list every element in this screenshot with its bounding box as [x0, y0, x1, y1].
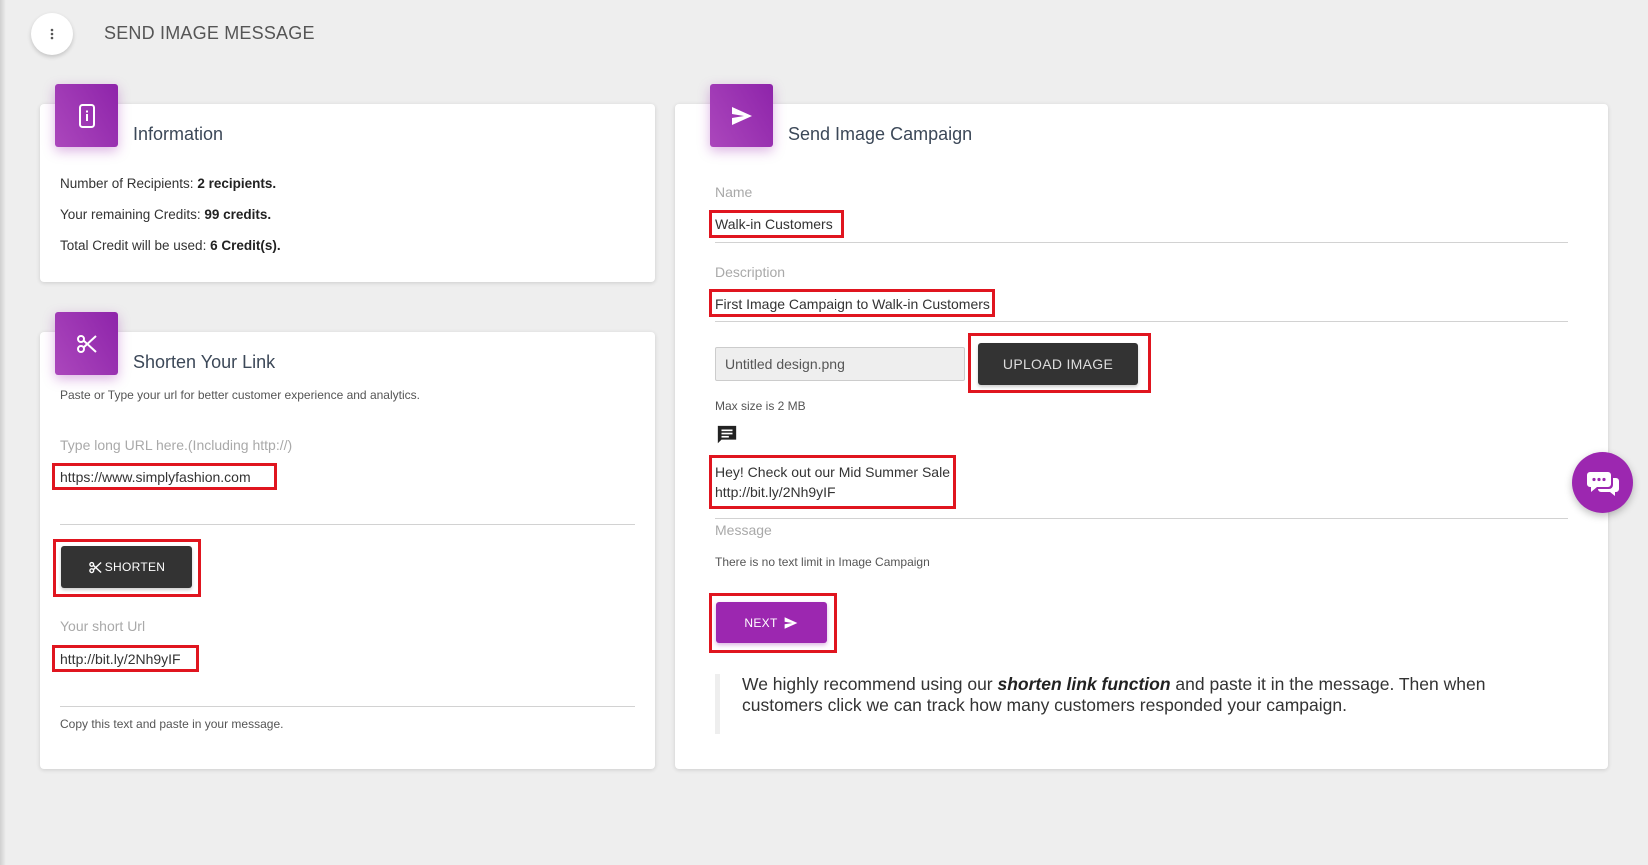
name-underline [715, 242, 1568, 243]
quote-emphasis: shorten link function [997, 674, 1171, 694]
scissors-icon [76, 334, 97, 353]
description-underline [715, 321, 1568, 322]
short-url-highlight [52, 645, 199, 672]
phone-info-icon [78, 103, 95, 128]
long-url-label: Type long URL here.(Including http://) [60, 437, 293, 453]
recommendation-quote: We highly recommend using our shorten li… [715, 674, 1525, 734]
next-button-highlight [709, 593, 837, 653]
send-icon [731, 106, 752, 125]
long-url-highlight [52, 463, 277, 490]
long-url-underline [60, 524, 635, 525]
credits-label: Your remaining Credits: [60, 207, 205, 222]
upload-image-highlight [968, 333, 1151, 393]
campaign-title: Send Image Campaign [788, 124, 973, 144]
remaining-credits: Your remaining Credits: 99 credits. [60, 207, 271, 222]
campaign-card [675, 104, 1608, 769]
copy-help-text: Copy this text and paste in your message… [60, 717, 284, 731]
message-highlight [709, 455, 956, 509]
message-label: Message [715, 522, 772, 538]
credits-value: 99 credits. [204, 207, 272, 222]
name-highlight [709, 210, 844, 238]
used-value: 6 Credit(s). [210, 238, 281, 253]
menu-button[interactable] [31, 13, 73, 55]
quote-part-1: We highly recommend using our [742, 674, 998, 694]
chat-bubbles-icon [1586, 471, 1619, 496]
credits-used: Total Credit will be used: 6 Credit(s). [60, 238, 281, 253]
description-label: Description [715, 264, 786, 280]
shorten-title: Shorten Your Link [133, 352, 276, 372]
short-url-underline [60, 706, 635, 707]
message-help-text: There is no text limit in Image Campaign [715, 555, 930, 569]
page-title: SEND IMAGE MESSAGE [104, 23, 315, 43]
information-icon-box [55, 84, 118, 147]
used-label: Total Credit will be used: [60, 238, 211, 253]
recipients-label: Number of Recipients: [60, 176, 198, 191]
recipients-value: 2 recipients. [197, 176, 277, 191]
chat-button[interactable] [1572, 452, 1633, 513]
left-edge-shadow [0, 0, 6, 865]
max-size-text: Max size is 2 MB [715, 399, 806, 413]
shorten-icon-box [55, 312, 118, 375]
name-label: Name [715, 184, 753, 200]
message-underline [715, 518, 1568, 519]
campaign-icon-box [710, 84, 773, 147]
short-url-label: Your short Url [60, 618, 146, 634]
file-name-field[interactable]: Untitled design.png [715, 347, 965, 381]
recipients-count: Number of Recipients: 2 recipients. [60, 176, 276, 191]
message-icon [717, 425, 737, 444]
shorten-subtitle: Paste or Type your url for better custom… [60, 388, 420, 402]
dots-vertical-icon [50, 28, 54, 40]
description-highlight [709, 289, 995, 317]
information-title: Information [133, 124, 224, 144]
shorten-button-highlight [53, 539, 201, 597]
